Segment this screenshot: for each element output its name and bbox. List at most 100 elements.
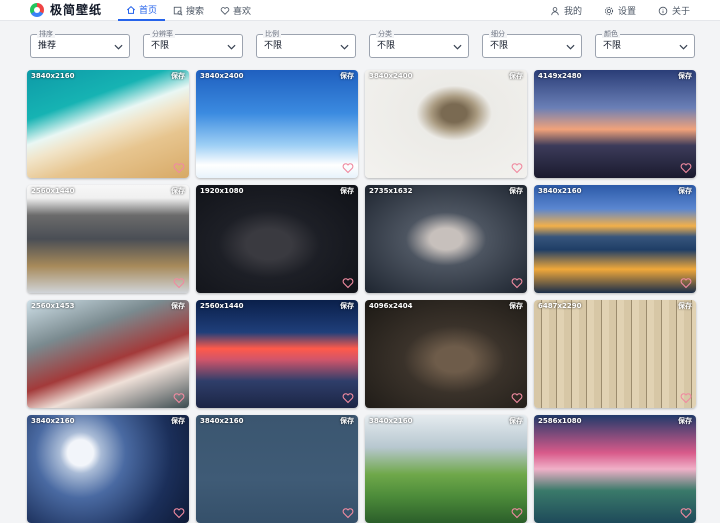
resolution-label: 3840x2160 xyxy=(200,417,244,425)
heart-icon[interactable] xyxy=(173,277,185,289)
wallpaper-card[interactable]: 2735x1632 保存 xyxy=(365,185,527,293)
nav-search-label: 搜索 xyxy=(186,7,205,17)
save-button[interactable]: 保存 xyxy=(340,302,354,311)
about-button[interactable]: 关于 xyxy=(658,0,690,21)
save-button[interactable]: 保存 xyxy=(509,302,523,311)
resolution-label: 2560x1453 xyxy=(31,302,75,310)
app-logo-icon xyxy=(30,3,44,17)
my-account-button[interactable]: 我的 xyxy=(550,0,582,21)
heart-icon[interactable] xyxy=(680,392,692,404)
resolution-label: 3840x2160 xyxy=(369,417,413,425)
filter-ratio-select[interactable]: 比例 不限 xyxy=(256,30,356,58)
chevron-down-icon xyxy=(566,44,575,50)
filter-bar: 排序 推荐 分辨率 不限 比例 不限 分类 不限 细分 不限 颜色 不限 xyxy=(30,30,695,58)
wallpaper-card[interactable]: 2560x1440 保存 xyxy=(27,185,189,293)
save-button[interactable]: 保存 xyxy=(509,417,523,426)
save-button[interactable]: 保存 xyxy=(678,72,692,81)
filter-color-select[interactable]: 颜色 不限 xyxy=(595,30,695,58)
filter-sort-label: 排序 xyxy=(37,30,55,38)
save-button[interactable]: 保存 xyxy=(678,187,692,196)
resolution-label: 3840x2400 xyxy=(200,72,244,80)
settings-label: 设置 xyxy=(617,7,636,17)
filter-category-select[interactable]: 分类 不限 xyxy=(369,30,469,58)
filter-resolution-label: 分辨率 xyxy=(150,30,175,38)
save-button[interactable]: 保存 xyxy=(171,302,185,311)
wallpaper-card[interactable]: 3840x2160 保存 xyxy=(365,415,527,523)
resolution-label: 4149x2480 xyxy=(538,72,582,80)
wallpaper-card[interactable]: 4096x2404 保存 xyxy=(365,300,527,408)
wallpaper-card[interactable]: 4149x2480 保存 xyxy=(534,70,696,178)
wallpaper-card[interactable]: 3840x2160 保存 xyxy=(534,185,696,293)
save-button[interactable]: 保存 xyxy=(678,302,692,311)
resolution-label: 1920x1080 xyxy=(200,187,244,195)
heart-icon[interactable] xyxy=(342,392,354,404)
save-button[interactable]: 保存 xyxy=(340,187,354,196)
chevron-down-icon xyxy=(679,44,688,50)
wallpaper-card[interactable]: 6487x2290 保存 xyxy=(534,300,696,408)
heart-icon[interactable] xyxy=(511,162,523,174)
wallpaper-card[interactable]: 2560x1440 保存 xyxy=(196,300,358,408)
save-button[interactable]: 保存 xyxy=(340,72,354,81)
filter-category-label: 分类 xyxy=(376,30,394,38)
wallpaper-card[interactable]: 2560x1453 保存 xyxy=(27,300,189,408)
save-button[interactable]: 保存 xyxy=(171,187,185,196)
resolution-label: 3840x2160 xyxy=(538,187,582,195)
wallpaper-card[interactable]: 3840x2160 保存 xyxy=(196,415,358,523)
heart-icon[interactable] xyxy=(342,162,354,174)
brand[interactable]: 极简壁纸 xyxy=(30,3,102,17)
filter-sort-value: 推荐 xyxy=(38,41,57,51)
resolution-label: 3840x2160 xyxy=(31,72,75,80)
about-label: 关于 xyxy=(671,7,690,17)
app-title: 极简壁纸 xyxy=(50,3,103,17)
save-button[interactable]: 保存 xyxy=(678,417,692,426)
heart-icon[interactable] xyxy=(680,507,692,519)
wallpaper-card[interactable]: 1920x1080 保存 xyxy=(196,185,358,293)
filter-subcategory-value: 不限 xyxy=(490,41,509,51)
filter-color-label: 颜色 xyxy=(602,30,620,38)
save-button[interactable]: 保存 xyxy=(171,72,185,81)
nav-favorites[interactable]: 喜欢 xyxy=(212,0,259,21)
chevron-down-icon xyxy=(453,44,462,50)
resolution-label: 3840x2400 xyxy=(369,72,413,80)
app-window: 极简壁纸 首页 搜索 喜欢 我的 设置 关于 排序 推荐 分辨率 不限 比例 不… xyxy=(0,0,720,523)
save-button[interactable]: 保存 xyxy=(509,187,523,196)
my-account-label: 我的 xyxy=(563,7,582,17)
header-actions: 我的 设置 关于 xyxy=(528,0,690,21)
heart-icon[interactable] xyxy=(342,507,354,519)
heart-icon[interactable] xyxy=(173,162,185,174)
heart-icon[interactable] xyxy=(342,277,354,289)
nav-home[interactable]: 首页 xyxy=(118,0,166,21)
save-button[interactable]: 保存 xyxy=(340,417,354,426)
home-icon xyxy=(126,5,136,14)
heart-icon[interactable] xyxy=(173,392,185,404)
resolution-label: 6487x2290 xyxy=(538,302,582,310)
heart-icon[interactable] xyxy=(511,507,523,519)
save-button[interactable]: 保存 xyxy=(509,72,523,81)
heart-icon[interactable] xyxy=(680,162,692,174)
chevron-down-icon xyxy=(114,44,123,50)
settings-button[interactable]: 设置 xyxy=(604,0,636,21)
heart-icon[interactable] xyxy=(680,277,692,289)
save-button[interactable]: 保存 xyxy=(171,417,185,426)
resolution-label: 2560x1440 xyxy=(200,302,244,310)
nav-search[interactable]: 搜索 xyxy=(165,0,212,21)
heart-icon[interactable] xyxy=(511,277,523,289)
user-icon xyxy=(551,6,559,15)
wallpaper-card[interactable]: 3840x2160 保存 xyxy=(27,415,189,523)
filter-sort-select[interactable]: 排序 推荐 xyxy=(30,30,130,58)
chevron-down-icon xyxy=(227,44,236,50)
wallpaper-card[interactable]: 3840x2160 保存 xyxy=(27,70,189,178)
filter-resolution-select[interactable]: 分辨率 不限 xyxy=(143,30,243,58)
image-search-icon xyxy=(173,6,183,15)
resolution-label: 2586x1080 xyxy=(538,417,582,425)
filter-ratio-value: 不限 xyxy=(264,41,283,51)
heart-icon[interactable] xyxy=(511,392,523,404)
chevron-down-icon xyxy=(340,44,349,50)
wallpaper-card[interactable]: 3840x2400 保存 xyxy=(196,70,358,178)
heart-icon xyxy=(220,6,230,15)
filter-subcategory-select[interactable]: 细分 不限 xyxy=(482,30,582,58)
heart-icon[interactable] xyxy=(173,507,185,519)
wallpaper-card[interactable]: 2586x1080 保存 xyxy=(534,415,696,523)
wallpaper-card[interactable]: 3840x2400 保存 xyxy=(365,70,527,178)
resolution-label: 4096x2404 xyxy=(369,302,413,310)
